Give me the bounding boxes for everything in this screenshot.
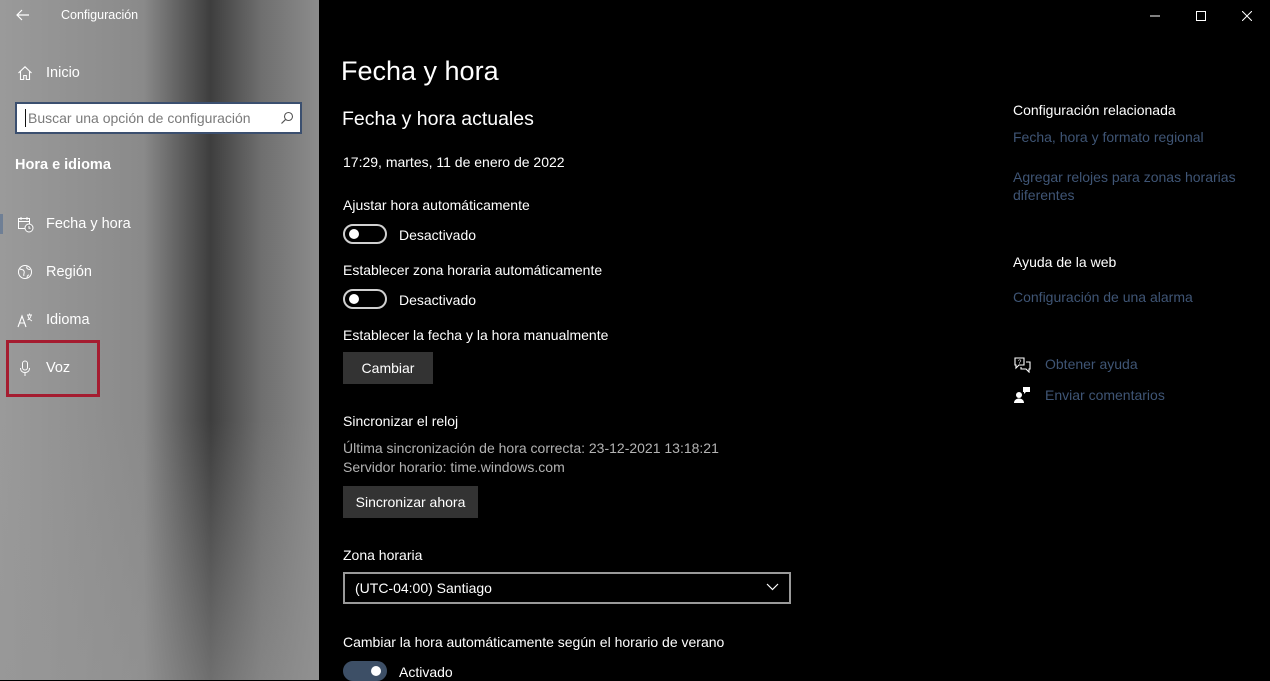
back-button[interactable] xyxy=(10,4,36,26)
search-box[interactable] xyxy=(15,102,302,134)
sidebar-item-idioma[interactable]: Idioma xyxy=(0,300,319,340)
current-datetime-value: 17:29, martes, 11 de enero de 2022 xyxy=(343,154,565,170)
auto-zone-state: Desactivado xyxy=(399,292,477,308)
sync-heading: Sincronizar el reloj xyxy=(343,413,459,429)
related-settings-title: Configuración relacionada xyxy=(1013,102,1176,118)
web-help-title: Ayuda de la web xyxy=(1013,254,1117,270)
title-bar: Configuración xyxy=(0,0,319,32)
dst-toggle[interactable] xyxy=(343,661,387,681)
window-controls xyxy=(1132,0,1270,32)
get-help-label: Obtener ayuda xyxy=(1045,356,1138,372)
alarm-setup-link[interactable]: Configuración de una alarma xyxy=(1013,288,1193,306)
sidebar-item-voz[interactable]: Voz xyxy=(0,348,319,388)
close-icon xyxy=(1242,11,1252,21)
search-icon[interactable] xyxy=(280,111,294,125)
help-chat-icon: ? xyxy=(1014,357,1031,373)
sidebar-item-region[interactable]: Región xyxy=(0,252,319,292)
nav-home-label: Inicio xyxy=(46,65,80,81)
main-content: Fecha y hora Fecha y hora actuales 17:29… xyxy=(319,0,1270,681)
sidebar: Configuración Inicio Hora e idioma Fecha… xyxy=(0,0,319,680)
close-button[interactable] xyxy=(1224,0,1270,32)
auto-time-toggle[interactable] xyxy=(343,224,387,244)
sync-now-button[interactable]: Sincronizar ahora xyxy=(343,486,478,518)
change-button[interactable]: Cambiar xyxy=(343,352,433,384)
back-arrow-icon xyxy=(16,9,29,21)
toggle-knob xyxy=(371,666,381,676)
auto-time-label: Ajustar hora automáticamente xyxy=(343,197,530,213)
regional-format-link[interactable]: Fecha, hora y formato regional xyxy=(1013,128,1204,146)
send-feedback-link[interactable]: Enviar comentarios xyxy=(1013,386,1233,406)
get-help-link[interactable]: ? Obtener ayuda xyxy=(1013,355,1233,375)
add-clocks-link[interactable]: Agregar relojes para zonas horarias dife… xyxy=(1013,168,1236,204)
feedback-icon xyxy=(1014,387,1030,403)
microphone-icon xyxy=(16,359,34,377)
last-sync-text: Última sincronización de hora correcta: … xyxy=(343,440,719,456)
globe-icon xyxy=(16,263,34,281)
dst-state: Activado xyxy=(399,664,453,680)
minimize-button[interactable] xyxy=(1132,0,1178,32)
manual-time-label: Establecer la fecha y la hora manualment… xyxy=(343,327,609,343)
maximize-icon xyxy=(1196,11,1206,21)
language-icon xyxy=(16,311,34,329)
auto-zone-label: Establecer zona horaria automáticamente xyxy=(343,262,603,278)
home-icon xyxy=(16,64,34,82)
timezone-value: (UTC-04:00) Santiago xyxy=(355,580,492,596)
calendar-clock-icon xyxy=(16,215,34,233)
sidebar-item-label: Idioma xyxy=(46,312,90,328)
nav-home[interactable]: Inicio xyxy=(0,56,319,90)
sidebar-item-label: Región xyxy=(46,264,92,280)
maximize-button[interactable] xyxy=(1178,0,1224,32)
timezone-dropdown[interactable]: (UTC-04:00) Santiago xyxy=(343,572,791,604)
search-input[interactable] xyxy=(25,109,268,127)
toggle-knob xyxy=(349,229,359,239)
app-title: Configuración xyxy=(61,8,139,22)
sidebar-item-label: Voz xyxy=(46,360,71,376)
add-clocks-link-line1: Agregar relojes para zonas horarias xyxy=(1013,169,1236,185)
section-title: Hora e idioma xyxy=(15,157,111,173)
auto-zone-toggle[interactable] xyxy=(343,289,387,309)
timezone-label: Zona horaria xyxy=(343,547,423,563)
minimize-icon xyxy=(1150,15,1160,17)
add-clocks-link-line2: diferentes xyxy=(1013,187,1075,203)
auto-time-state: Desactivado xyxy=(399,227,477,243)
send-feedback-label: Enviar comentarios xyxy=(1045,387,1165,403)
sidebar-item-fecha-y-hora[interactable]: Fecha y hora xyxy=(0,204,319,244)
page-title: Fecha y hora xyxy=(341,56,499,86)
sidebar-item-label: Fecha y hora xyxy=(46,216,131,232)
dst-label: Cambiar la hora automáticamente según el… xyxy=(343,634,725,650)
current-datetime-heading: Fecha y hora actuales xyxy=(342,108,534,130)
chevron-down-icon xyxy=(766,583,779,591)
time-server-text: Servidor horario: time.windows.com xyxy=(343,459,565,475)
toggle-knob xyxy=(349,294,359,304)
